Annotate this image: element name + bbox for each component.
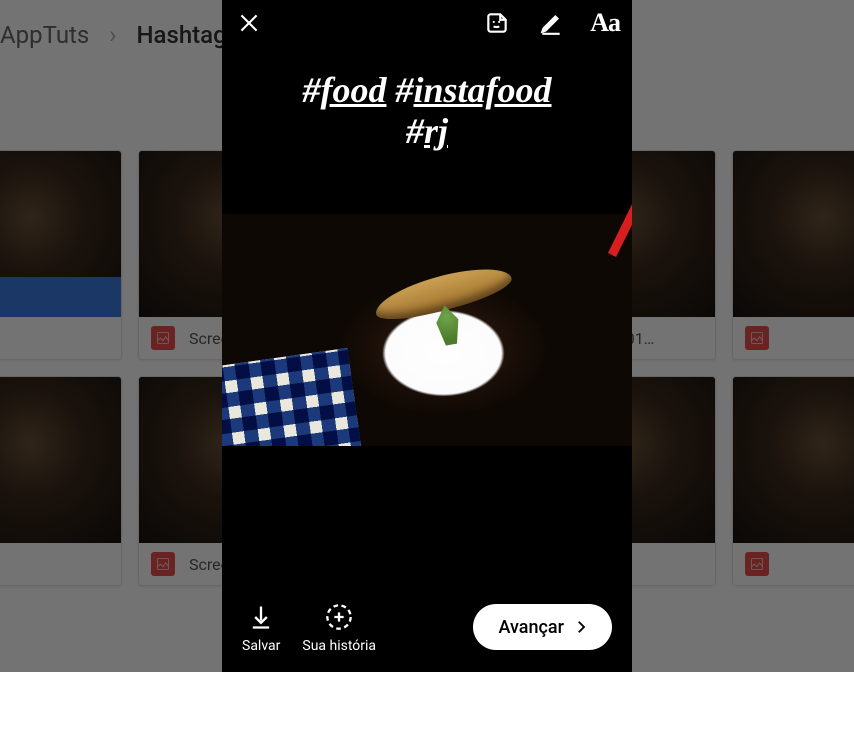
save-label: Salvar bbox=[242, 638, 280, 654]
gallery-card[interactable] bbox=[732, 376, 854, 586]
save-button[interactable]: Salvar bbox=[242, 600, 280, 654]
next-label: Avançar bbox=[499, 617, 564, 638]
image-icon bbox=[151, 326, 175, 350]
story-editor: Aa #food #instafood #rj Salvar Su bbox=[222, 0, 632, 672]
your-story-label: Sua história bbox=[302, 638, 376, 654]
image-icon bbox=[745, 326, 769, 350]
image-icon bbox=[151, 552, 175, 576]
image-icon bbox=[745, 552, 769, 576]
text-tool[interactable]: Aa bbox=[590, 8, 620, 38]
chevron-right-icon bbox=[572, 618, 590, 636]
gallery-card[interactable] bbox=[732, 150, 854, 360]
close-icon[interactable] bbox=[234, 8, 264, 38]
hashtag-text[interactable]: #food #instafood #rj bbox=[222, 70, 632, 153]
your-story-button[interactable]: Sua história bbox=[302, 600, 376, 654]
breadcrumb-root[interactable]: AppTuts bbox=[0, 21, 89, 49]
editor-topbar: Aa bbox=[222, 0, 632, 46]
story-photo[interactable] bbox=[222, 214, 632, 446]
sticker-icon[interactable] bbox=[482, 8, 512, 38]
editor-tools: Aa bbox=[482, 8, 620, 38]
editor-bottombar: Salvar Sua história Avançar bbox=[222, 582, 632, 672]
draw-icon[interactable] bbox=[536, 8, 566, 38]
next-button[interactable]: Avançar bbox=[473, 604, 612, 650]
download-icon bbox=[244, 600, 278, 634]
add-story-icon bbox=[322, 600, 356, 634]
breadcrumb-separator-icon: › bbox=[109, 21, 116, 49]
gallery-card[interactable]: 201… bbox=[0, 376, 122, 586]
gallery-card[interactable]: 201… bbox=[0, 150, 122, 360]
